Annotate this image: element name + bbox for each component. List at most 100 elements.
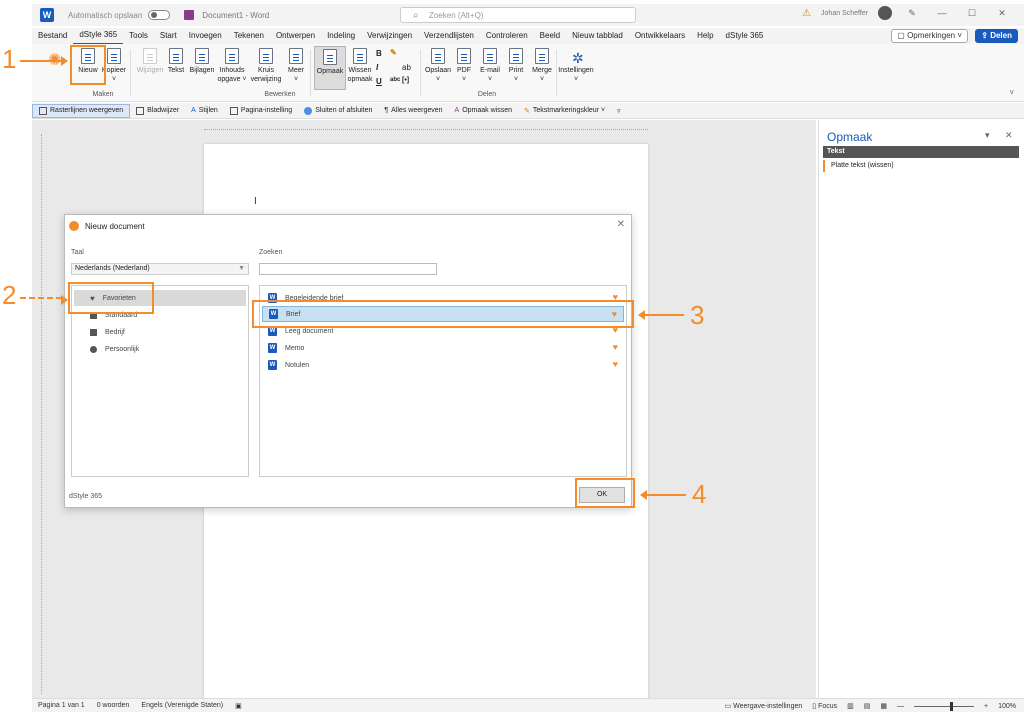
clear-format-quick-button[interactable]: A Opmaak wissen	[449, 104, 518, 118]
toc-sub: opgave ˅	[217, 76, 247, 83]
autosave-toggle[interactable]	[148, 10, 171, 20]
template-search-input[interactable]	[259, 263, 437, 275]
user-name: Johan Scheffer	[821, 9, 868, 17]
maximize-icon[interactable]: ☐	[962, 8, 982, 19]
tab-dstyle365-2[interactable]: dStyle 365	[720, 28, 770, 44]
horizontal-ruler[interactable]	[204, 122, 648, 130]
pdf-label: PDF	[457, 67, 471, 74]
display-settings-button[interactable]: ▭ Weergave-instellingen	[725, 702, 803, 710]
zoom-thumb[interactable]	[950, 701, 953, 711]
comments-button[interactable]: ▢ Opmerkingen ˅	[891, 29, 968, 43]
highlighter-icon: ✎	[524, 107, 530, 115]
tab-start[interactable]: Start	[154, 28, 183, 44]
minimize-icon[interactable]: —	[932, 8, 952, 18]
pane-close-icon[interactable]: ✕	[1005, 130, 1013, 141]
clear-format-label: Wissen	[348, 67, 372, 74]
zoom-slider[interactable]	[914, 701, 974, 711]
zoom-out-icon[interactable]: —	[897, 703, 904, 710]
email-icon	[483, 48, 497, 64]
highlight-button[interactable]: ab	[402, 63, 411, 72]
toolbar-more-icon[interactable]: ▿	[611, 104, 627, 118]
underline-button[interactable]: U	[376, 77, 382, 86]
toc-button[interactable]: Inhouds opgave ˅	[216, 48, 248, 84]
language-select[interactable]: Nederlands (Nederland) ▼	[71, 263, 249, 275]
tab-dstyle365[interactable]: dStyle 365	[73, 27, 124, 45]
pen-icon[interactable]: ✎	[902, 8, 922, 19]
tab-verwijzingen[interactable]: Verwijzingen	[361, 28, 418, 44]
search-input[interactable]: ⌕ Zoeken (Alt+Q)	[400, 7, 636, 23]
zoom-level[interactable]: 100%	[998, 703, 1016, 710]
search-icon: ⌕	[413, 10, 419, 21]
format-label: Opmaak	[316, 68, 344, 75]
tab-verzendlijsten[interactable]: Verzendlijsten	[418, 28, 480, 44]
tab-controleren[interactable]: Controleren	[480, 28, 534, 44]
tab-ontwerpen[interactable]: Ontwerpen	[270, 28, 321, 44]
category-label: Bedrijf	[105, 328, 125, 336]
word-count[interactable]: 0 woorden	[91, 702, 136, 709]
plain-text-item[interactable]: Platte tekst (wissen)	[823, 160, 1019, 172]
share-button[interactable]: ⇪ Delen	[975, 29, 1018, 43]
favorite-heart-icon[interactable]: ♥	[613, 342, 618, 352]
template-item[interactable]: W Memo ♥	[262, 340, 624, 356]
crossref-sub: verwijzing	[250, 76, 282, 83]
smallcaps-button[interactable]: abc	[390, 77, 400, 83]
comments-label: Opmerkingen	[907, 31, 956, 40]
crossref-label: Kruis	[258, 67, 274, 74]
attachments-button[interactable]: Bijlagen	[186, 48, 218, 75]
close-icon[interactable]: ✕	[992, 8, 1012, 19]
page-setup-label: Pagina-instelling	[240, 107, 293, 114]
zoom-in-icon[interactable]: +	[984, 703, 988, 710]
tab-tools[interactable]: Tools	[123, 28, 154, 44]
paint-brush-icon[interactable]: ✎	[390, 48, 397, 57]
show-all-button[interactable]: ¶ Alles weergeven	[378, 104, 448, 118]
save-icon[interactable]	[184, 10, 195, 20]
vertical-ruler[interactable]	[36, 134, 42, 694]
dialog-title: Nieuw document	[85, 221, 145, 231]
styles-button[interactable]: A Stijlen	[185, 104, 224, 118]
format-button[interactable]: Opmaak	[314, 46, 346, 90]
clear-format-icon	[353, 48, 367, 64]
tab-bestand[interactable]: Bestand	[32, 28, 73, 44]
tab-nieuw-tabblad[interactable]: Nieuw tabblad	[566, 28, 629, 44]
annotation-number-3: 3	[690, 300, 705, 330]
tab-tekenen[interactable]: Tekenen	[228, 28, 270, 44]
read-mode-icon[interactable]: ▥	[847, 702, 854, 710]
page-setup-button[interactable]: Pagina-instelling	[224, 104, 298, 118]
template-item[interactable]: W Notulen ♥	[262, 357, 624, 373]
highlight-color-button[interactable]: ✎ Tekstmarkeringskleur ˅	[518, 104, 611, 118]
web-layout-icon[interactable]: ▦	[880, 702, 887, 710]
dialog-close-icon[interactable]: ✕	[617, 219, 625, 230]
warning-icon[interactable]: ⚠	[802, 8, 811, 19]
category-personal[interactable]: Persoonlijk	[74, 341, 246, 357]
word-doc-icon: W	[268, 343, 277, 353]
tab-beeld[interactable]: Beeld	[534, 28, 566, 44]
page-count[interactable]: Pagina 1 van 1	[32, 702, 91, 709]
avatar[interactable]	[878, 6, 892, 20]
ribbon-collapse-icon[interactable]: ˅	[1009, 88, 1014, 97]
tab-help[interactable]: Help	[691, 28, 719, 44]
focus-button[interactable]: ▯ Focus	[812, 702, 837, 710]
gridlines-button[interactable]: Rasterlijnen weergeven	[32, 103, 131, 118]
language-status[interactable]: Engels (Verenigde Staten)	[135, 702, 229, 709]
tab-ontwikkelaars[interactable]: Ontwikkelaars	[629, 28, 691, 44]
status-right: ▭ Weergave-instellingen ▯ Focus ▥ ▤ ▦ — …	[725, 699, 1016, 712]
merge-button[interactable]: Merge ˅	[526, 48, 558, 84]
field-button[interactable]: [•]	[402, 77, 409, 84]
clear-format-button[interactable]: Wissen opmaak	[344, 48, 376, 84]
tab-invoegen[interactable]: Invoegen	[183, 28, 228, 44]
more-button[interactable]: Meer ˅	[280, 48, 312, 84]
category-company[interactable]: Bedrijf	[74, 324, 246, 340]
annotation-arrow-1	[20, 56, 68, 66]
bookmark-button[interactable]: Bladwijzer	[130, 104, 185, 118]
italic-button[interactable]: I	[376, 63, 378, 72]
close-exit-button[interactable]: Sluiten of afsluiten	[298, 104, 378, 118]
bold-button[interactable]: B	[376, 49, 382, 58]
tab-indeling[interactable]: Indeling	[321, 28, 361, 44]
settings-sub: ˅	[573, 76, 579, 83]
pane-options-icon[interactable]: ▾	[985, 130, 990, 141]
print-layout-icon[interactable]: ▤	[864, 702, 871, 710]
crossref-button[interactable]: Kruis verwijzing	[250, 48, 282, 84]
favorite-heart-icon[interactable]: ♥	[613, 359, 618, 369]
accessibility-icon[interactable]: ▣	[229, 702, 248, 710]
share-label: Delen	[990, 31, 1012, 40]
